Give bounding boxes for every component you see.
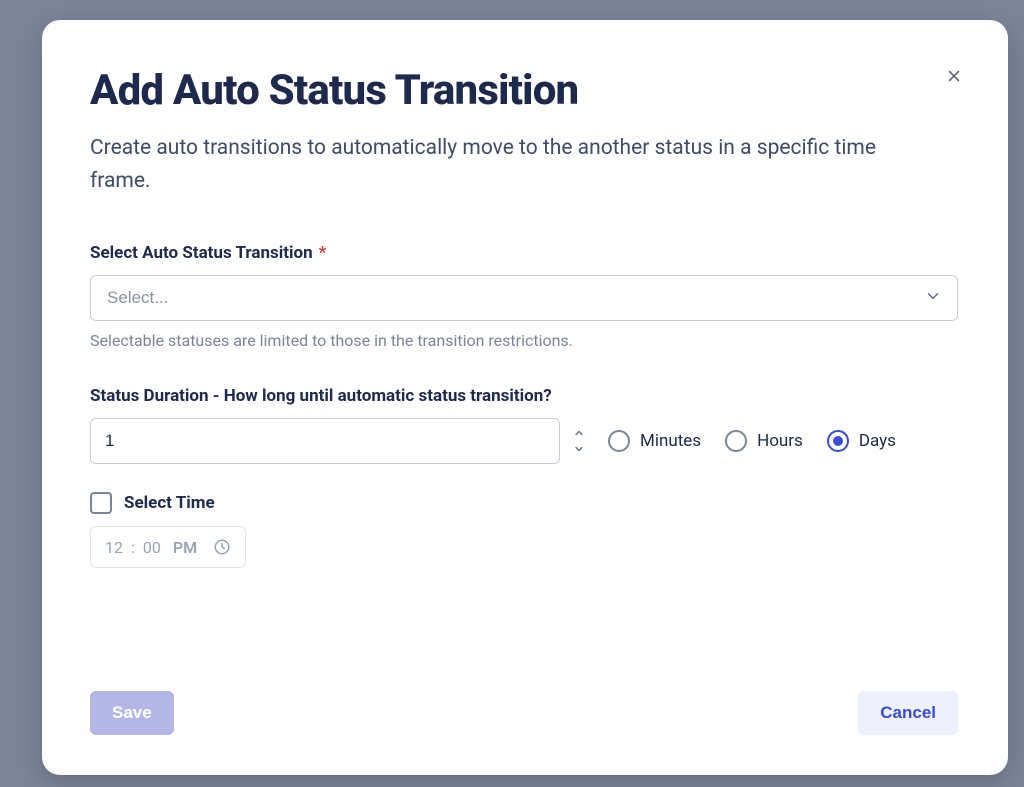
increment-button[interactable] <box>570 425 588 441</box>
status-select-input[interactable]: Select... <box>90 275 958 321</box>
save-button[interactable]: Save <box>90 691 174 735</box>
radio-dot-icon <box>833 436 843 446</box>
time-separator: : <box>131 538 135 557</box>
radio-label: Hours <box>757 431 803 451</box>
radio-days[interactable]: Days <box>827 430 896 452</box>
clock-icon <box>213 538 231 556</box>
select-time-checkbox[interactable] <box>90 492 112 514</box>
select-time-label: Select Time <box>124 493 215 513</box>
radio-icon <box>827 430 849 452</box>
modal-footer: Save Cancel <box>90 671 958 735</box>
status-select-label: Select Auto Status Transition * <box>90 243 958 263</box>
duration-unit-radios: Minutes Hours Days <box>608 430 896 452</box>
radio-hours[interactable]: Hours <box>725 430 803 452</box>
time-meridiem: PM <box>173 538 197 557</box>
cancel-button[interactable]: Cancel <box>858 691 958 735</box>
duration-label: Status Duration - How long until automat… <box>90 386 958 406</box>
radio-minutes[interactable]: Minutes <box>608 430 701 452</box>
time-minute: 00 <box>143 538 161 557</box>
time-input[interactable]: 12 : 00 PM <box>90 526 246 568</box>
close-icon <box>945 67 963 85</box>
duration-input[interactable] <box>90 418 560 464</box>
radio-icon <box>725 430 747 452</box>
modal-title: Add Auto Status Transition <box>90 68 958 114</box>
required-marker: * <box>319 243 327 263</box>
chevron-down-icon <box>573 443 585 455</box>
radio-label: Minutes <box>640 431 701 451</box>
status-select-helper: Selectable statuses are limited to those… <box>90 331 958 350</box>
decrement-button[interactable] <box>570 441 588 457</box>
time-hour: 12 <box>105 538 123 557</box>
label-text: Select Auto Status Transition <box>90 243 313 263</box>
radio-icon <box>608 430 630 452</box>
close-button[interactable] <box>940 62 968 90</box>
select-placeholder: Select... <box>107 288 168 308</box>
radio-label: Days <box>859 431 896 451</box>
modal-description: Create auto transitions to automatically… <box>90 132 910 197</box>
modal-add-auto-status-transition: Add Auto Status Transition Create auto t… <box>42 20 1008 775</box>
chevron-up-icon <box>573 427 585 439</box>
